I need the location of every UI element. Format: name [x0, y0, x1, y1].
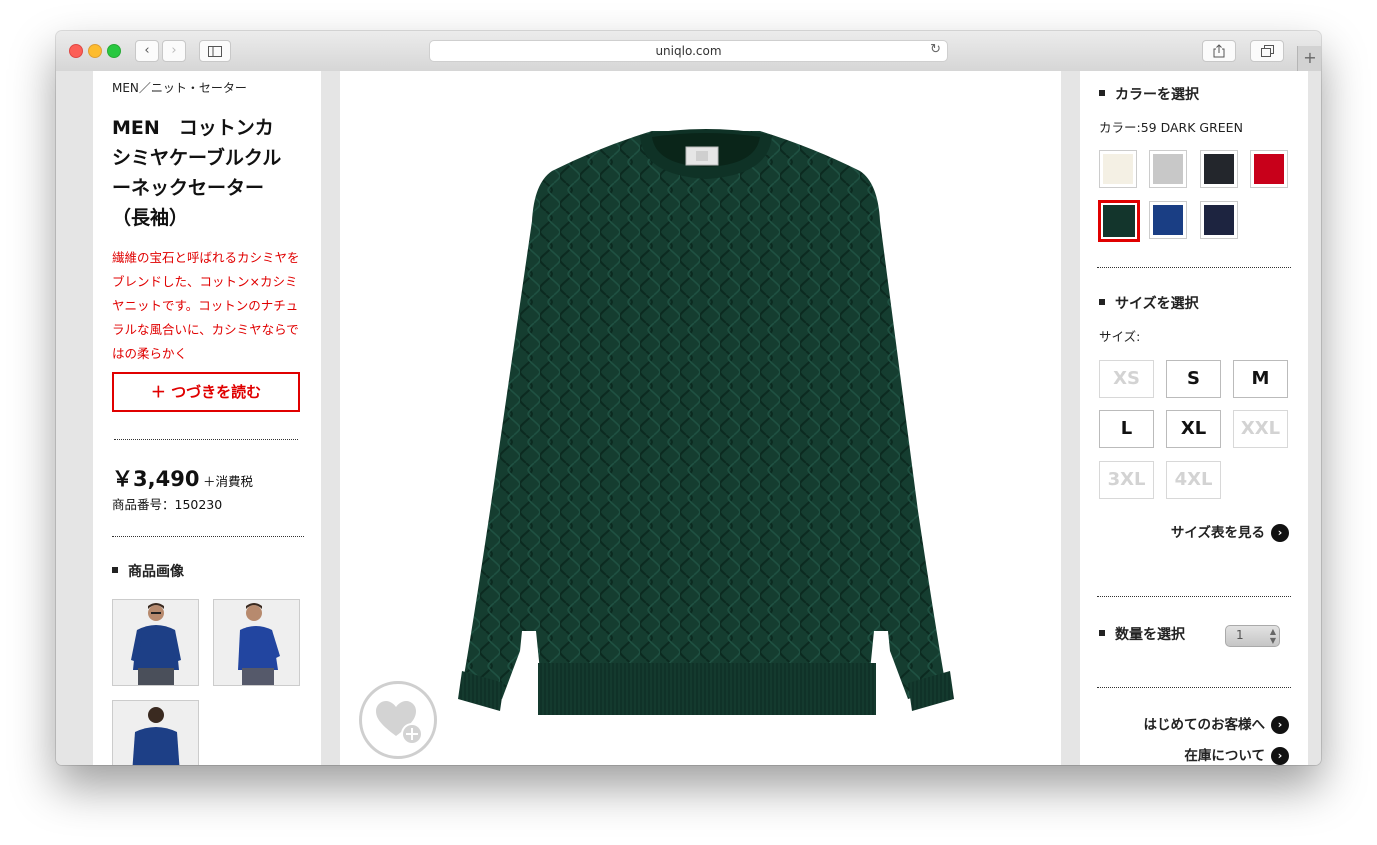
size-chart-link[interactable]: サイズ表を見る ›	[1171, 521, 1289, 542]
plus-icon: +	[1303, 48, 1317, 67]
quantity-heading-text: 数量を選択	[1115, 627, 1185, 643]
size-option-xxl[interactable]: XXL	[1233, 410, 1288, 448]
color-swatch-gray[interactable]	[1149, 150, 1187, 188]
address-bar[interactable]: uniqlo.com ↻	[429, 40, 948, 62]
new-tab-button[interactable]: +	[1297, 46, 1321, 71]
bullet-square-icon	[1099, 630, 1105, 636]
page-content: MEN／ニット・セーター MEN コットンカ シミヤケーブルクル ーネックセータ…	[56, 71, 1321, 765]
swatch-fill	[1103, 205, 1135, 237]
zoom-window-button[interactable]	[107, 44, 121, 58]
size-chart-link-text: サイズ表を見る	[1170, 525, 1265, 541]
size-option-3xl[interactable]: 3XL	[1099, 461, 1154, 499]
quantity-heading: 数量を選択	[1099, 624, 1185, 644]
size-option-4xl[interactable]: 4XL	[1166, 461, 1221, 499]
color-swatch-dark-green[interactable]	[1098, 200, 1140, 242]
swatch-fill	[1254, 154, 1284, 184]
arrow-right-icon: ›	[1271, 747, 1289, 765]
selected-color-label: カラー:59 DARK GREEN	[1099, 120, 1243, 135]
minimize-window-button[interactable]	[88, 44, 102, 58]
browser-window: ‹ › uniqlo.com ↻ + MEN／ニット・セーター MEN コットン…	[56, 31, 1321, 765]
color-swatch-navy[interactable]	[1200, 201, 1238, 239]
size-heading: サイズを選択	[1099, 293, 1199, 313]
size-option-m[interactable]: M	[1233, 360, 1288, 398]
swatch-fill	[1153, 154, 1183, 184]
tabs-icon	[1260, 45, 1274, 57]
main-product-image-area	[340, 71, 1061, 765]
swatch-fill	[1204, 205, 1234, 235]
color-swatch-red[interactable]	[1250, 150, 1288, 188]
color-swatch-black[interactable]	[1200, 150, 1238, 188]
first-time-customer-link[interactable]: はじめてのお客様へ ›	[1143, 713, 1289, 734]
stock-info-link[interactable]: 在庫について ›	[1184, 744, 1289, 765]
arrow-right-icon: ›	[1271, 716, 1289, 734]
swatch-fill	[1204, 154, 1234, 184]
color-swatch-blue[interactable]	[1149, 201, 1187, 239]
product-title: MEN コットンカ シミヤケーブルクル ーネックセーター （長袖）	[112, 117, 282, 229]
color-heading: カラーを選択	[1099, 84, 1199, 104]
sidebar-toggle-button[interactable]	[199, 40, 231, 62]
product-description: 繊維の宝石と呼ばれるカシミヤをブレンドした、コットン×カシミヤニットです。コット…	[112, 250, 300, 361]
divider	[112, 536, 304, 537]
stock-link-text: 在庫について	[1184, 748, 1265, 764]
divider	[1097, 596, 1291, 597]
stepper-arrows-icon: ▲ ▼	[1269, 627, 1276, 645]
bullet-square-icon	[1099, 90, 1105, 96]
tax-label: ＋消費税	[203, 474, 254, 489]
browser-toolbar: ‹ › uniqlo.com ↻ +	[56, 31, 1321, 72]
size-option-s[interactable]: S	[1166, 360, 1221, 398]
breadcrumb[interactable]: MEN／ニット・セーター	[112, 79, 247, 96]
model-front-image	[113, 600, 198, 685]
product-images-heading: 商品画像	[112, 561, 184, 581]
bullet-square-icon	[1099, 299, 1105, 305]
color-swatch-off-white[interactable]	[1099, 150, 1137, 188]
sidebar-icon	[208, 46, 222, 57]
divider	[1097, 687, 1291, 688]
chevron-left-icon: ‹	[144, 43, 150, 58]
swatch-fill	[1103, 154, 1133, 184]
divider	[114, 439, 298, 440]
read-more-button[interactable]: ＋ つづきを読む	[112, 372, 300, 412]
close-window-button[interactable]	[69, 44, 83, 58]
size-option-xs[interactable]: XS	[1099, 360, 1154, 398]
forward-button[interactable]: ›	[162, 40, 186, 62]
tabs-overview-button[interactable]	[1250, 40, 1284, 62]
purchase-options-column: カラーを選択 カラー:59 DARK GREEN サイズを選択 サイズ: XS …	[1080, 71, 1308, 765]
swatch-fill	[1153, 205, 1183, 235]
quantity-value: 1	[1236, 628, 1244, 642]
heart-plus-icon	[376, 701, 423, 745]
model-side-image	[214, 600, 299, 685]
chevron-right-icon: ›	[171, 43, 177, 58]
quantity-select[interactable]: 1 ▲ ▼	[1225, 625, 1280, 647]
product-number: 商品番号：150230	[112, 497, 223, 512]
bullet-square-icon	[112, 567, 118, 573]
product-price: ￥3,490	[112, 467, 200, 491]
size-heading-text: サイズを選択	[1115, 296, 1199, 312]
product-thumbnail[interactable]	[213, 599, 300, 686]
size-option-xl[interactable]: XL	[1166, 410, 1221, 448]
divider	[1097, 267, 1291, 268]
url-text: uniqlo.com	[655, 44, 722, 58]
size-label: サイズ:	[1099, 329, 1141, 344]
model-back-image	[113, 701, 198, 765]
first-time-link-text: はじめてのお客様へ	[1143, 717, 1266, 733]
product-images-heading-text: 商品画像	[128, 564, 184, 580]
back-button[interactable]: ‹	[135, 40, 159, 62]
add-to-wishlist-button[interactable]	[359, 681, 437, 759]
product-thumbnail[interactable]	[112, 700, 199, 765]
product-info-column: MEN／ニット・セーター MEN コットンカ シミヤケーブルクル ーネックセータ…	[93, 71, 321, 765]
sweater-image[interactable]	[340, 71, 1061, 765]
color-heading-text: カラーを選択	[1115, 87, 1199, 103]
size-option-l[interactable]: L	[1099, 410, 1154, 448]
share-button[interactable]	[1202, 40, 1236, 62]
reload-icon[interactable]: ↻	[930, 42, 941, 57]
product-thumbnail[interactable]	[112, 599, 199, 686]
arrow-right-icon: ›	[1271, 524, 1289, 542]
share-icon	[1213, 44, 1225, 58]
